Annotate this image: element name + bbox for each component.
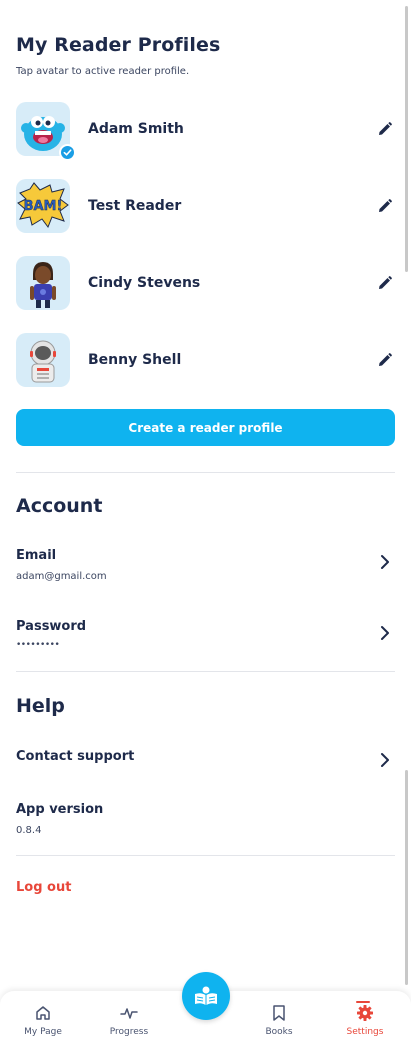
divider — [16, 472, 395, 473]
scrollbar[interactable] — [405, 6, 408, 272]
profile-item: Adam Smith — [16, 101, 395, 161]
gear-icon — [357, 1005, 373, 1021]
email-label: Email — [16, 548, 57, 563]
chevron-right-icon — [381, 753, 389, 767]
edit-pencil-icon[interactable] — [375, 273, 395, 293]
read-button[interactable] — [182, 972, 230, 1020]
bam-comic-avatar[interactable]: BAM! — [16, 179, 70, 233]
tab-label: Books — [265, 1027, 293, 1037]
scrollbar-lower — [405, 770, 408, 985]
active-check-icon — [59, 144, 76, 161]
password-label: Password — [16, 619, 87, 634]
contact-support-row[interactable]: Contact support — [16, 749, 395, 793]
email-row[interactable]: Email adam@gmail.com — [16, 548, 395, 592]
profile-name: Test Reader — [88, 198, 182, 214]
tab-label: Settings — [346, 1027, 384, 1037]
profile-item: Benny Shell — [16, 332, 395, 388]
tab-label: My Page — [24, 1027, 62, 1037]
tab-settings[interactable]: Settings — [330, 1001, 400, 1037]
open-book-icon — [195, 986, 217, 1005]
active-tab-indicator — [356, 1001, 370, 1003]
bookmark-icon — [273, 1005, 285, 1021]
password-row[interactable]: Password ••••••••• — [16, 619, 395, 663]
girl-avatar[interactable] — [16, 256, 70, 310]
email-value: adam@gmail.com — [16, 571, 107, 582]
svg-text:BAM!: BAM! — [24, 199, 63, 214]
tab-my-page[interactable]: My Page — [8, 1004, 78, 1037]
divider — [16, 671, 395, 672]
edit-pencil-icon[interactable] — [375, 196, 395, 216]
blue-monster-avatar[interactable] — [16, 102, 76, 161]
profile-item: BAM! Test Reader — [16, 178, 395, 234]
pulse-icon — [120, 1008, 138, 1019]
app-version-row: App version 0.8.4 — [16, 802, 395, 846]
help-title: Help — [16, 695, 65, 717]
tab-progress[interactable]: Progress — [94, 1004, 164, 1037]
account-title: Account — [16, 495, 103, 517]
home-icon — [36, 1006, 50, 1020]
astronaut-avatar[interactable] — [16, 333, 70, 387]
app-version-label: App version — [16, 802, 104, 817]
app-version-value: 0.8.4 — [16, 825, 42, 836]
edit-pencil-icon[interactable] — [375, 119, 395, 139]
password-value: ••••••••• — [16, 640, 60, 650]
profile-name: Adam Smith — [88, 121, 184, 137]
profile-name: Benny Shell — [88, 352, 182, 368]
profile-name: Cindy Stevens — [88, 275, 201, 291]
logout-button[interactable]: Log out — [16, 880, 71, 895]
tab-label: Progress — [109, 1027, 149, 1037]
create-profile-button[interactable]: Create a reader profile — [16, 409, 395, 446]
tab-books[interactable]: Books — [244, 1004, 314, 1037]
profiles-title: My Reader Profiles — [16, 34, 221, 56]
chevron-right-icon — [381, 555, 389, 569]
profiles-subtitle: Tap avatar to active reader profile. — [16, 66, 190, 77]
profile-item: Cindy Stevens — [16, 255, 395, 311]
contact-support-label: Contact support — [16, 749, 135, 764]
chevron-right-icon — [381, 626, 389, 640]
edit-pencil-icon[interactable] — [375, 350, 395, 370]
divider — [16, 855, 395, 856]
